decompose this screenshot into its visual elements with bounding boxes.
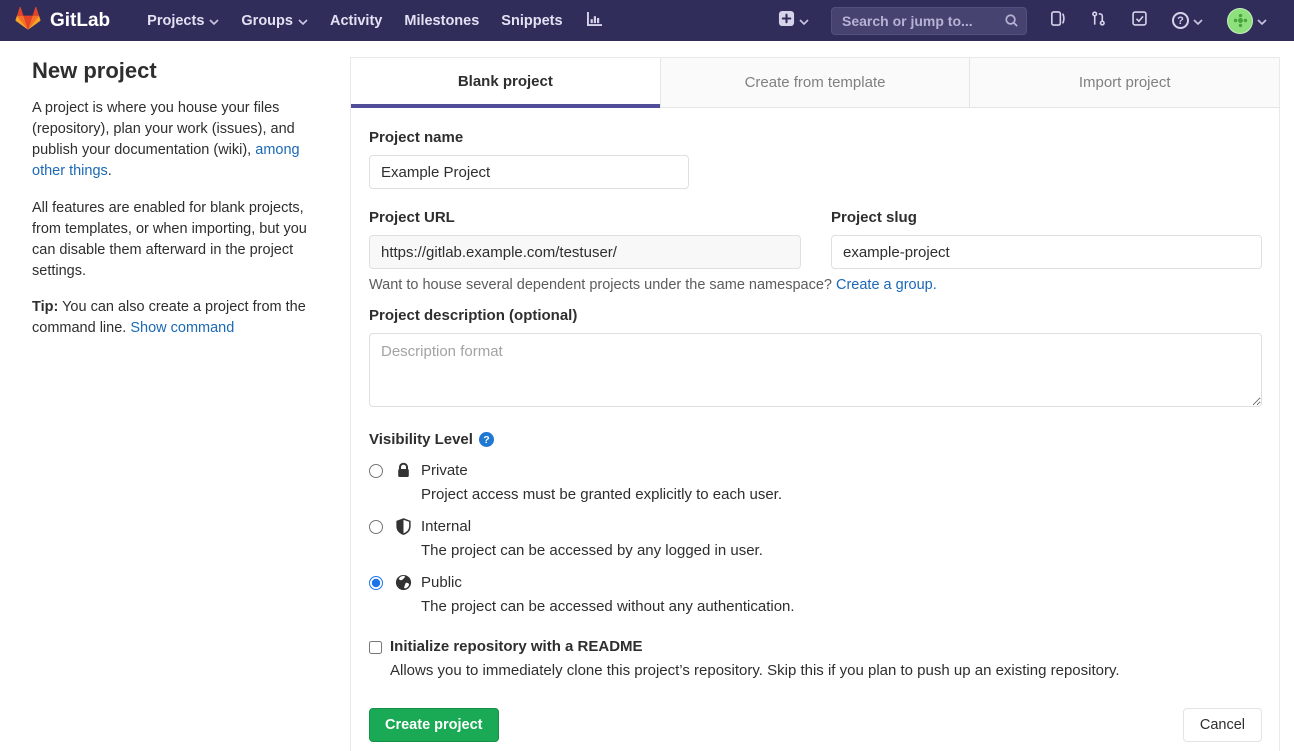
search-input[interactable] [831, 7, 1027, 35]
chevron-down-icon [1193, 12, 1203, 30]
user-menu-button[interactable] [1215, 0, 1279, 41]
new-project-form: Project name Project URL Project slug Wa… [351, 108, 1279, 751]
tab-blank-project[interactable]: Blank project [351, 58, 660, 108]
nav-milestones[interactable]: Milestones [393, 0, 490, 41]
global-search [831, 7, 1027, 35]
project-type-tabs: Blank project Create from template Impor… [351, 57, 1279, 108]
chevron-down-icon [799, 12, 809, 30]
search-icon [1004, 13, 1019, 33]
todo-check-icon [1131, 10, 1148, 32]
project-slug-input[interactable] [831, 235, 1262, 269]
project-url-namespace-input[interactable] [369, 235, 801, 269]
tip-label: Tip: [32, 299, 58, 315]
project-description-textarea[interactable] [369, 333, 1262, 407]
nav-groups[interactable]: Groups [230, 0, 319, 41]
top-navbar: GitLab Projects Groups Activity Mileston… [0, 0, 1294, 41]
issues-icon-button[interactable] [1037, 0, 1078, 41]
visibility-level-label: Visibility Level [369, 431, 473, 448]
initialize-readme-option[interactable]: Initialize repository with a README Allo… [369, 638, 1262, 680]
public-radio[interactable] [369, 576, 383, 590]
project-name-label: Project name [369, 129, 689, 146]
tab-create-from-template[interactable]: Create from template [660, 58, 970, 108]
help-menu-button[interactable]: ? [1160, 0, 1215, 41]
visibility-option-description: Project access must be granted explicitl… [421, 485, 782, 504]
navbar-right-cluster: ? [766, 0, 1279, 41]
help-icon: ? [1172, 12, 1189, 29]
intro-paragraph: A project is where you house your files … [32, 98, 318, 183]
create-a-group-link[interactable]: Create a group. [836, 277, 937, 293]
new-menu-button[interactable] [766, 0, 821, 41]
create-project-button[interactable]: Create project [369, 708, 499, 742]
visibility-option-private[interactable]: Private Project access must be granted e… [369, 462, 1262, 504]
chevron-down-icon [209, 13, 219, 29]
project-slug-label: Project slug [831, 209, 1262, 226]
visibility-option-name: Internal [421, 518, 763, 536]
nav-activity[interactable]: Activity [319, 0, 393, 41]
issues-icon [1049, 10, 1066, 32]
tanuki-logo-icon [15, 6, 41, 36]
project-description-label: Project description (optional) [369, 307, 1262, 324]
visibility-option-name: Private [421, 462, 782, 480]
primary-nav: Projects Groups Activity Milestones Snip… [136, 0, 613, 41]
cancel-button[interactable]: Cancel [1183, 708, 1262, 742]
readme-label: Initialize repository with a README [390, 638, 1120, 656]
nav-charts[interactable] [574, 0, 614, 41]
bar-chart-icon [585, 11, 603, 31]
chevron-down-icon [1257, 12, 1267, 30]
visibility-option-public[interactable]: Public The project can be accessed witho… [369, 574, 1262, 616]
user-avatar [1227, 8, 1253, 34]
lock-icon [394, 462, 412, 479]
visibility-option-name: Public [421, 574, 795, 592]
brand-name: GitLab [50, 10, 110, 32]
chevron-down-icon [298, 13, 308, 29]
visibility-option-description: The project can be accessed without any … [421, 597, 795, 616]
visibility-section: Visibility Level ? Private Project acces… [369, 431, 1262, 616]
tip-paragraph: Tip: You can also create a project from … [32, 297, 318, 339]
new-project-sidebar: New project A project is where you house… [0, 41, 350, 355]
page-title: New project [32, 58, 318, 84]
tab-import-project[interactable]: Import project [969, 58, 1279, 108]
project-name-input[interactable] [369, 155, 689, 189]
project-url-label: Project URL [369, 209, 801, 226]
nav-snippets[interactable]: Snippets [490, 0, 573, 41]
globe-icon [394, 574, 412, 591]
show-command-link[interactable]: Show command [130, 320, 234, 336]
private-radio[interactable] [369, 464, 383, 478]
visibility-option-description: The project can be accessed by any logge… [421, 541, 763, 560]
namespace-hint: Want to house several dependent projects… [369, 277, 1262, 293]
internal-radio[interactable] [369, 520, 383, 534]
todos-icon-button[interactable] [1119, 0, 1160, 41]
merge-request-icon [1090, 10, 1107, 32]
merge-requests-icon-button[interactable] [1078, 0, 1119, 41]
visibility-help-icon[interactable]: ? [479, 432, 494, 447]
readme-checkbox[interactable] [369, 641, 382, 654]
shield-icon [394, 518, 412, 535]
plus-square-icon [778, 10, 795, 32]
readme-description: Allows you to immediately clone this pro… [390, 661, 1120, 680]
features-paragraph: All features are enabled for blank proje… [32, 198, 318, 283]
visibility-option-internal[interactable]: Internal The project can be accessed by … [369, 518, 1262, 560]
nav-projects[interactable]: Projects [136, 0, 230, 41]
new-project-panel: Blank project Create from template Impor… [350, 57, 1280, 751]
gitlab-home-link[interactable]: GitLab [15, 6, 110, 36]
